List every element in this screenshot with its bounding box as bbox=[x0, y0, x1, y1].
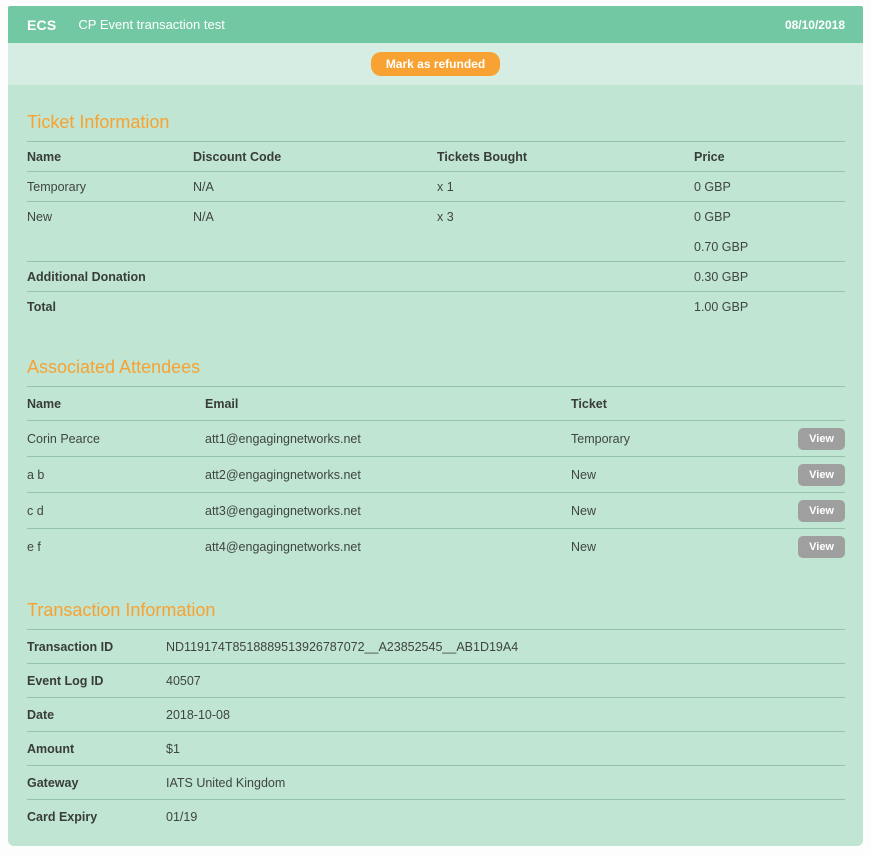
ticket-discount-code: N/A bbox=[193, 210, 437, 224]
transaction-information-heading: Transaction Information bbox=[27, 565, 845, 630]
transaction-information-section: Transaction Information Transaction ID N… bbox=[27, 565, 845, 834]
main-content: Ticket Information Name Discount Code Ti… bbox=[8, 85, 863, 846]
event-log-id-row: Event Log ID 40507 bbox=[27, 664, 845, 698]
total-label: Total bbox=[27, 300, 694, 314]
attendees-table-header-row: Name Email Ticket bbox=[27, 387, 845, 421]
ticket-information-heading: Ticket Information bbox=[27, 85, 845, 142]
column-header-name: Name bbox=[27, 150, 193, 164]
page-title: CP Event transaction test bbox=[78, 17, 224, 32]
transaction-detail-panel: ECS CP Event transaction test 08/10/2018… bbox=[8, 6, 863, 846]
view-attendee-button[interactable]: View bbox=[798, 428, 845, 450]
column-header-tickets-bought: Tickets Bought bbox=[437, 150, 694, 164]
attendee-row: e f att4@engagingnetworks.net New View bbox=[27, 529, 845, 565]
view-attendee-button[interactable]: View bbox=[798, 500, 845, 522]
column-header-ticket: Ticket bbox=[571, 397, 781, 411]
transaction-id-label: Transaction ID bbox=[27, 640, 166, 654]
attendee-name: c d bbox=[27, 504, 205, 518]
total-price: 1.00 GBP bbox=[694, 300, 845, 314]
attendee-name: e f bbox=[27, 540, 205, 554]
attendee-email: att3@engagingnetworks.net bbox=[205, 504, 571, 518]
attendee-name: Corin Pearce bbox=[27, 432, 205, 446]
action-toolbar: Mark as refunded bbox=[8, 43, 863, 85]
card-expiry-row: Card Expiry 01/19 bbox=[27, 800, 845, 834]
attendee-row: Corin Pearce att1@engagingnetworks.net T… bbox=[27, 421, 845, 457]
table-row: Temporary N/A x 1 0 GBP bbox=[27, 172, 845, 202]
attendee-row: a b att2@engagingnetworks.net New View bbox=[27, 457, 845, 493]
ticket-name: New bbox=[27, 210, 193, 224]
column-header-email: Email bbox=[205, 397, 571, 411]
transaction-id-row: Transaction ID ND119174T8518889513926787… bbox=[27, 630, 845, 664]
additional-donation-row: Additional Donation 0.30 GBP bbox=[27, 262, 845, 292]
header-date: 08/10/2018 bbox=[785, 18, 845, 32]
column-header-price: Price bbox=[694, 150, 845, 164]
transaction-id-value: ND119174T8518889513926787072__A23852545_… bbox=[166, 640, 845, 654]
view-attendee-button[interactable]: View bbox=[798, 536, 845, 558]
card-expiry-value: 01/19 bbox=[166, 810, 845, 824]
associated-attendees-heading: Associated Attendees bbox=[27, 322, 845, 387]
attendee-email: att4@engagingnetworks.net bbox=[205, 540, 571, 554]
date-row: Date 2018-10-08 bbox=[27, 698, 845, 732]
associated-attendees-section: Associated Attendees Name Email Ticket C… bbox=[27, 322, 845, 565]
attendee-ticket: New bbox=[571, 540, 781, 554]
gateway-label: Gateway bbox=[27, 776, 166, 790]
gateway-row: Gateway IATS United Kingdom bbox=[27, 766, 845, 800]
ticket-price: 0 GBP bbox=[694, 210, 845, 224]
header-bar: ECS CP Event transaction test 08/10/2018 bbox=[8, 6, 863, 43]
event-log-id-label: Event Log ID bbox=[27, 674, 166, 688]
attendee-email: att2@engagingnetworks.net bbox=[205, 468, 571, 482]
ticket-table-header-row: Name Discount Code Tickets Bought Price bbox=[27, 142, 845, 172]
gateway-value: IATS United Kingdom bbox=[166, 776, 845, 790]
column-header-name: Name bbox=[27, 397, 205, 411]
amount-value: $1 bbox=[166, 742, 845, 756]
ticket-subtotal-price: 0.70 GBP bbox=[694, 240, 845, 254]
ticket-information-section: Ticket Information Name Discount Code Ti… bbox=[27, 85, 845, 322]
card-expiry-label: Card Expiry bbox=[27, 810, 166, 824]
table-row: New N/A x 3 0 GBP bbox=[27, 202, 845, 232]
ticket-discount-code: N/A bbox=[193, 180, 437, 194]
ticket-quantity: x 3 bbox=[437, 210, 694, 224]
additional-donation-label: Additional Donation bbox=[27, 270, 694, 284]
attendee-ticket: New bbox=[571, 504, 781, 518]
column-header-discount-code: Discount Code bbox=[193, 150, 437, 164]
additional-donation-price: 0.30 GBP bbox=[694, 270, 845, 284]
amount-label: Amount bbox=[27, 742, 166, 756]
event-log-id-value: 40507 bbox=[166, 674, 845, 688]
date-value: 2018-10-08 bbox=[166, 708, 845, 722]
attendee-email: att1@engagingnetworks.net bbox=[205, 432, 571, 446]
mark-as-refunded-button[interactable]: Mark as refunded bbox=[371, 52, 500, 76]
ticket-quantity: x 1 bbox=[437, 180, 694, 194]
total-row: Total 1.00 GBP bbox=[27, 292, 845, 322]
app-logo: ECS bbox=[27, 17, 56, 33]
attendee-name: a b bbox=[27, 468, 205, 482]
amount-row: Amount $1 bbox=[27, 732, 845, 766]
ticket-name: Temporary bbox=[27, 180, 193, 194]
date-label: Date bbox=[27, 708, 166, 722]
attendee-row: c d att3@engagingnetworks.net New View bbox=[27, 493, 845, 529]
view-attendee-button[interactable]: View bbox=[798, 464, 845, 486]
attendee-ticket: New bbox=[571, 468, 781, 482]
ticket-price: 0 GBP bbox=[694, 180, 845, 194]
table-row: 0.70 GBP bbox=[27, 232, 845, 262]
attendee-ticket: Temporary bbox=[571, 432, 781, 446]
